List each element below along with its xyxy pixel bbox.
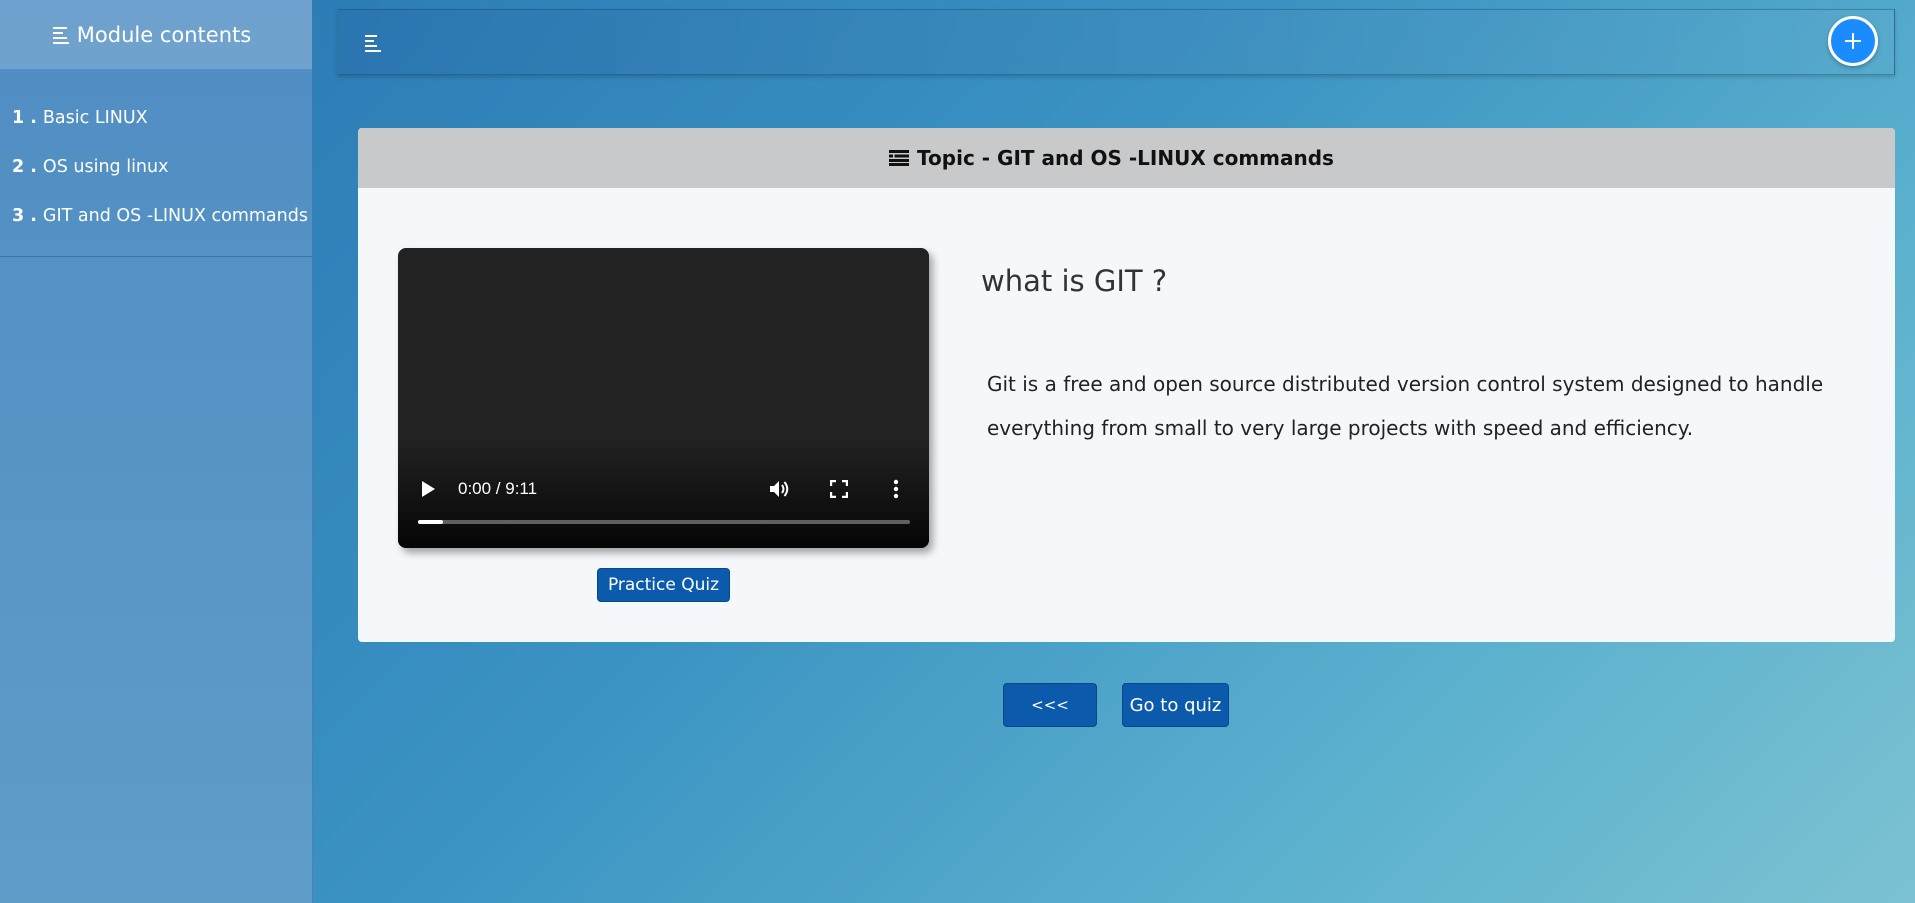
sidebar-item-number: 1 . <box>12 107 37 128</box>
module-list: 1 . Basic LINUX 2 . OS using linux 3 . G… <box>0 69 312 257</box>
lesson-title: what is GIT ? <box>981 264 1168 298</box>
sidebar-header: Module contents <box>0 0 312 69</box>
topic-card: Topic - GIT and OS -LINUX commands 0:00 … <box>358 128 1895 642</box>
play-icon[interactable] <box>420 480 436 498</box>
plus-icon <box>1845 33 1861 49</box>
previous-button[interactable]: <<< <box>1003 683 1097 727</box>
sidebar-item-number: 3 . <box>12 205 37 226</box>
topic-title: Topic - GIT and OS -LINUX commands <box>917 146 1334 170</box>
sidebar-item-os-using-linux[interactable]: 2 . OS using linux <box>0 142 312 191</box>
topic-header: Topic - GIT and OS -LINUX commands <box>358 128 1895 188</box>
sidebar-item-basic-linux[interactable]: 1 . Basic LINUX <box>0 93 312 142</box>
video-player[interactable]: 0:00 / 9:11 <box>398 248 929 548</box>
practice-quiz-button[interactable]: Practice Quiz <box>597 568 730 602</box>
sidebar-item-label: Basic LINUX <box>42 107 148 128</box>
sidebar: Module contents 1 . Basic LINUX 2 . OS u… <box>0 0 313 903</box>
fullscreen-icon[interactable] <box>830 480 848 498</box>
sidebar-item-number: 2 . <box>12 156 37 177</box>
sidebar-item-label: GIT and OS -LINUX commands <box>42 205 308 226</box>
video-progress-fill <box>418 520 443 524</box>
video-time: 0:00 / 9:11 <box>458 479 538 498</box>
video-progress-bar[interactable] <box>418 520 910 524</box>
sidebar-item-label: OS using linux <box>42 156 169 177</box>
sidebar-item-git-linux-commands[interactable]: 3 . GIT and OS -LINUX commands <box>0 191 312 240</box>
volume-icon[interactable] <box>769 479 791 499</box>
video-controls: 0:00 / 9:11 <box>398 476 929 502</box>
sidebar-title: Module contents <box>76 22 252 47</box>
more-options-icon[interactable] <box>893 479 899 499</box>
add-button[interactable] <box>1828 16 1878 66</box>
list-icon <box>889 150 910 166</box>
text-align-left-icon <box>52 26 69 44</box>
top-bar <box>337 9 1895 75</box>
go-to-quiz-button[interactable]: Go to quiz <box>1122 683 1229 727</box>
text-align-left-icon[interactable] <box>363 34 383 52</box>
lesson-text: Git is a free and open source distribute… <box>987 372 1824 440</box>
